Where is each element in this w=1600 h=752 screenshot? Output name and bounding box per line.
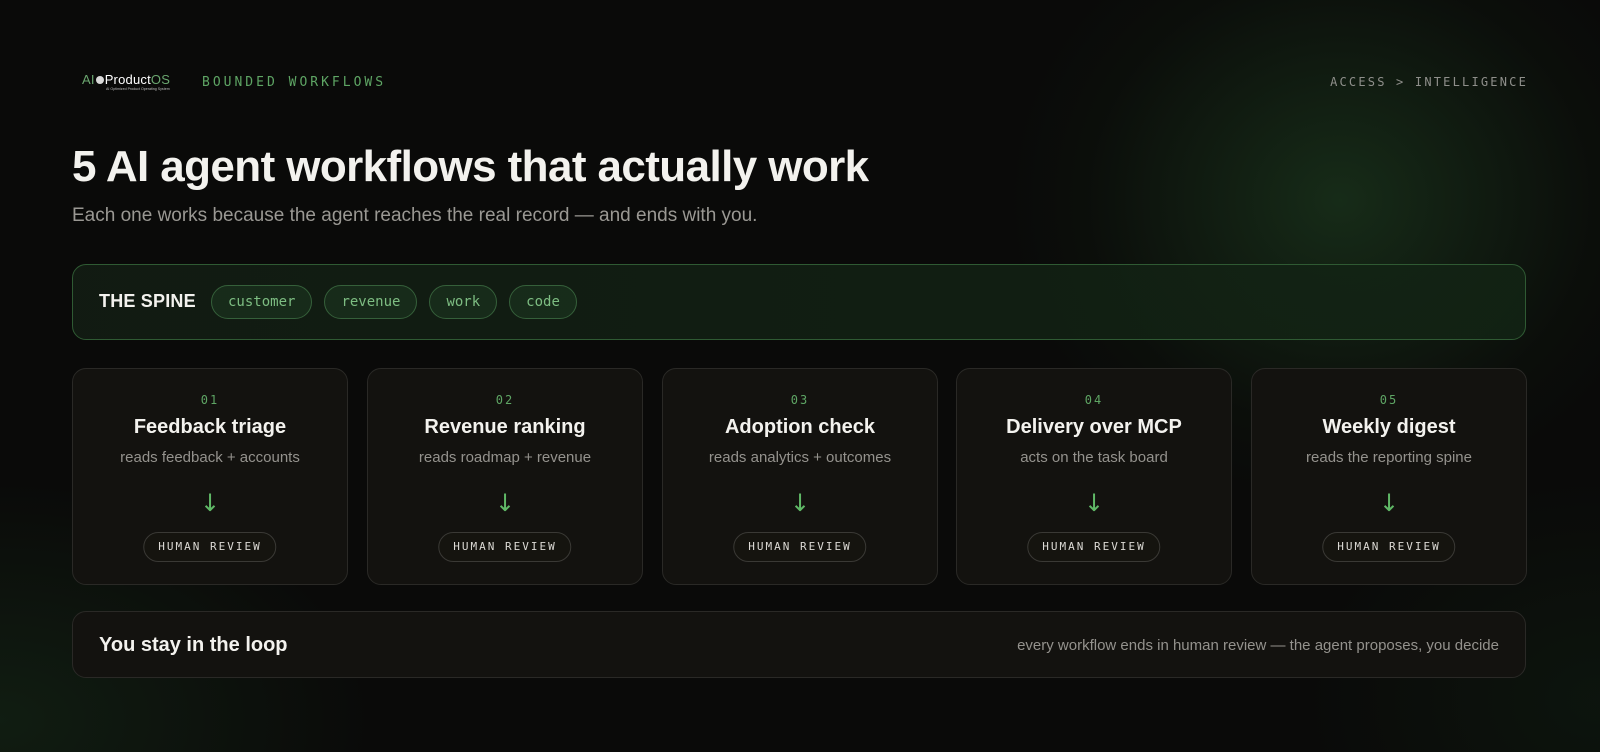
spine-label: THE SPINE [99,291,196,311]
human-review-badge: HUMAN REVIEW [1027,532,1161,562]
human-review-badge: HUMAN REVIEW [733,532,867,562]
spine-tags: customer revenue work code [211,285,577,319]
workflow-card-adoption-check: 03 Adoption check reads analytics + outc… [662,368,938,585]
arrow-down-icon: ↓ [1083,489,1105,517]
card-title: Feedback triage [133,416,287,438]
breadcrumb: ACCESS > INTELLIGENCE [1330,75,1528,89]
loop-title: You stay in the loop [99,634,288,656]
human-review-badge: HUMAN REVIEW [143,532,277,562]
workflow-card-weekly-digest: 05 Weekly digest reads the reporting spi… [1251,368,1527,585]
arrow-down-icon: ↓ [199,489,221,517]
card-description: reads the reporting spine [1306,449,1472,466]
spine-tag-revenue: revenue [324,285,418,319]
spine-tag-customer: customer [211,285,313,319]
card-description: reads feedback + accounts [120,449,300,466]
arrow-down-icon: ↓ [494,489,516,517]
card-number: 03 [790,393,810,407]
card-description: reads roadmap + revenue [418,449,592,466]
logo-wordmark: AI ProductOS [82,72,171,87]
workflow-card-delivery-over-mcp: 04 Delivery over MCP acts on the task bo… [956,368,1232,585]
logo-tagline: AI Optimized Product Operating System [106,87,170,91]
workflow-cards: 01 Feedback triage reads feedback + acco… [72,368,1528,585]
workflow-card-revenue-ranking: 02 Revenue ranking reads roadmap + reven… [367,368,643,585]
card-number: 05 [1379,393,1399,407]
workflow-card-feedback-triage: 01 Feedback triage reads feedback + acco… [72,368,348,585]
arrow-down-icon: ↓ [1378,489,1400,517]
card-number: 02 [495,393,515,407]
card-title: Delivery over MCP [1006,416,1182,438]
spine-panel: THE SPINE customer revenue work code [72,264,1526,340]
arrow-down-icon: ↓ [789,489,811,517]
logo: AI ProductOS AI Optimized Product Operati… [82,72,176,94]
page-title: 5 AI agent workflows that actually work [72,142,869,191]
human-review-badge: HUMAN REVIEW [1322,532,1456,562]
card-title: Adoption check [724,416,875,438]
spine-tag-code: code [509,285,577,319]
page: AI ProductOS AI Optimized Product Operati… [72,0,1528,752]
header: AI ProductOS AI Optimized Product Operati… [72,70,1528,98]
card-title: Revenue ranking [424,416,586,438]
loop-panel: You stay in the loop every workflow ends… [72,611,1526,678]
page-subtitle: Each one works because the agent reaches… [72,205,758,226]
card-description: reads analytics + outcomes [708,449,892,466]
card-description: acts on the task board [1020,449,1168,466]
loop-description: every workflow ends in human review — th… [1017,637,1499,654]
section-tag: BOUNDED WORKFLOWS [202,75,387,90]
card-number: 01 [200,393,220,407]
human-review-badge: HUMAN REVIEW [438,532,572,562]
card-number: 04 [1084,393,1104,407]
spine-tag-work: work [429,285,498,319]
card-title: Weekly digest [1322,416,1456,438]
